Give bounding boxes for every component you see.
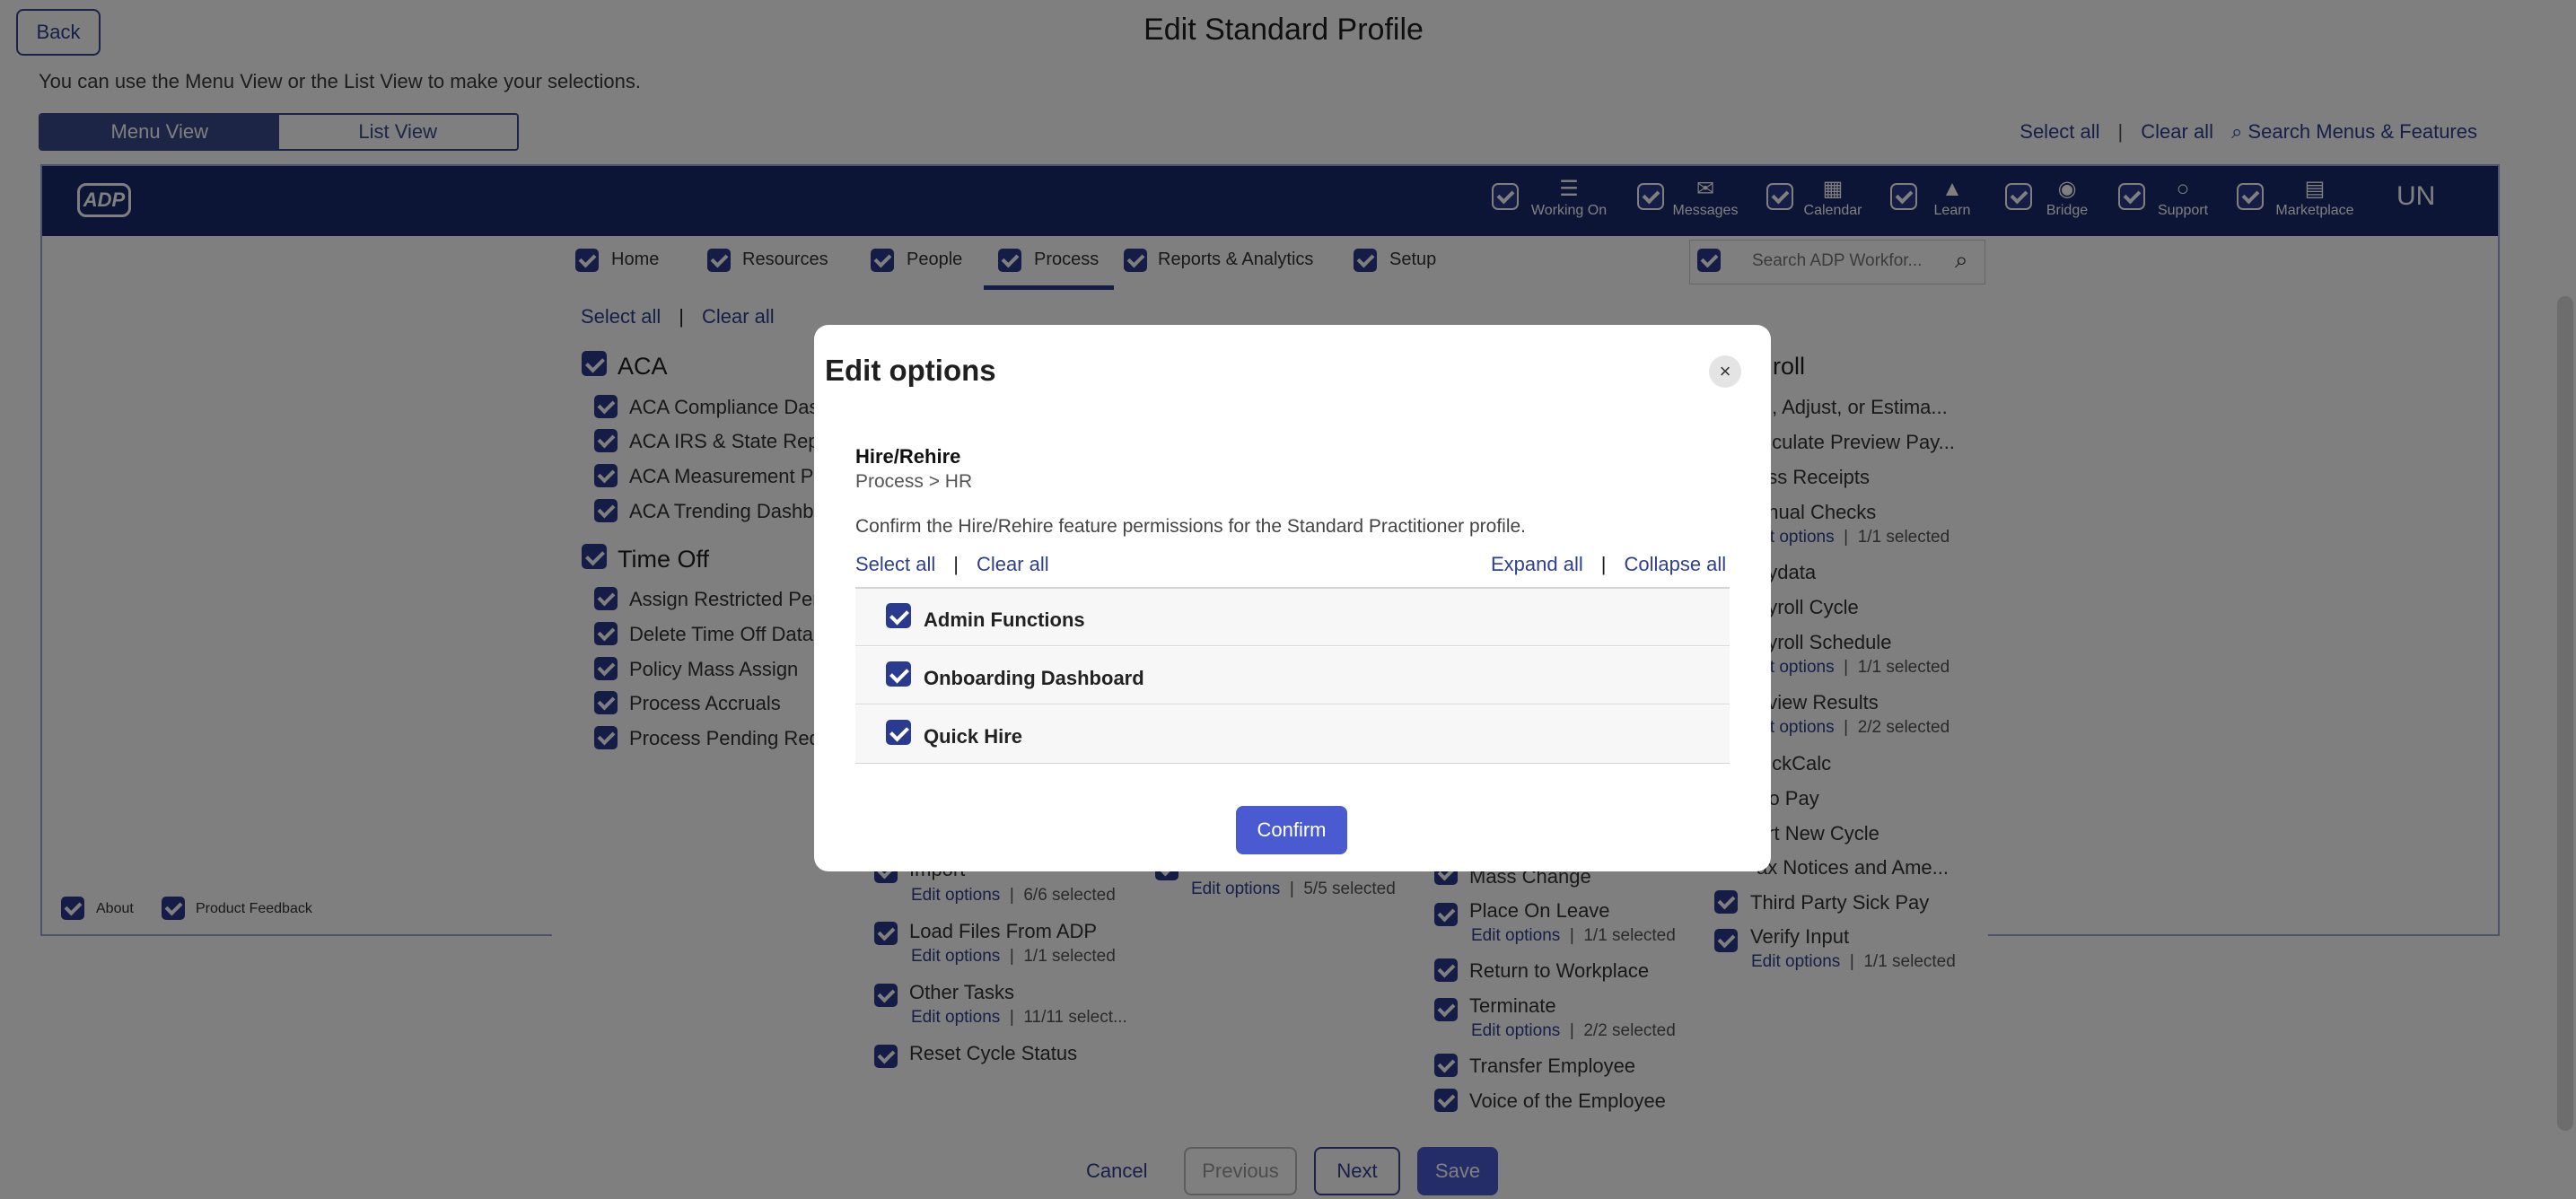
option-row-quick-hire[interactable]: Quick Hire [855, 705, 1730, 763]
collapse-all-link[interactable]: Collapse all [1624, 553, 1726, 576]
feature-name: Hire/Rehire [855, 445, 961, 468]
modal-expand-collapse: Expand all | Collapse all [1491, 553, 1726, 576]
option-row-onboarding-dashboard[interactable]: Onboarding Dashboard [855, 647, 1730, 705]
feature-path: Process > HR [855, 471, 973, 492]
separator: | [953, 553, 959, 575]
close-button[interactable]: × [1709, 355, 1741, 388]
modal-select-clear: Select all | Clear all [855, 553, 1049, 576]
separator: | [1600, 553, 1607, 575]
option-label: Onboarding Dashboard [924, 667, 1144, 689]
modal-select-all-link[interactable]: Select all [855, 553, 935, 576]
close-icon: × [1719, 360, 1731, 382]
expand-all-link[interactable]: Expand all [1491, 553, 1583, 576]
confirm-button[interactable]: Confirm [1236, 806, 1347, 854]
options-list: Admin Functions Onboarding Dashboard Qui… [855, 587, 1730, 764]
option-label: Quick Hire [924, 725, 1023, 748]
onboarding-dashboard-checkbox[interactable] [886, 661, 911, 687]
option-row-admin-functions[interactable]: Admin Functions [855, 589, 1730, 646]
option-label: Admin Functions [924, 608, 1085, 631]
admin-functions-checkbox[interactable] [886, 603, 911, 628]
modal-title: Edit options [825, 354, 996, 387]
confirm-instructions: Confirm the Hire/Rehire feature permissi… [855, 516, 1526, 537]
modal-clear-all-link[interactable]: Clear all [977, 553, 1049, 576]
quick-hire-checkbox[interactable] [886, 720, 911, 745]
